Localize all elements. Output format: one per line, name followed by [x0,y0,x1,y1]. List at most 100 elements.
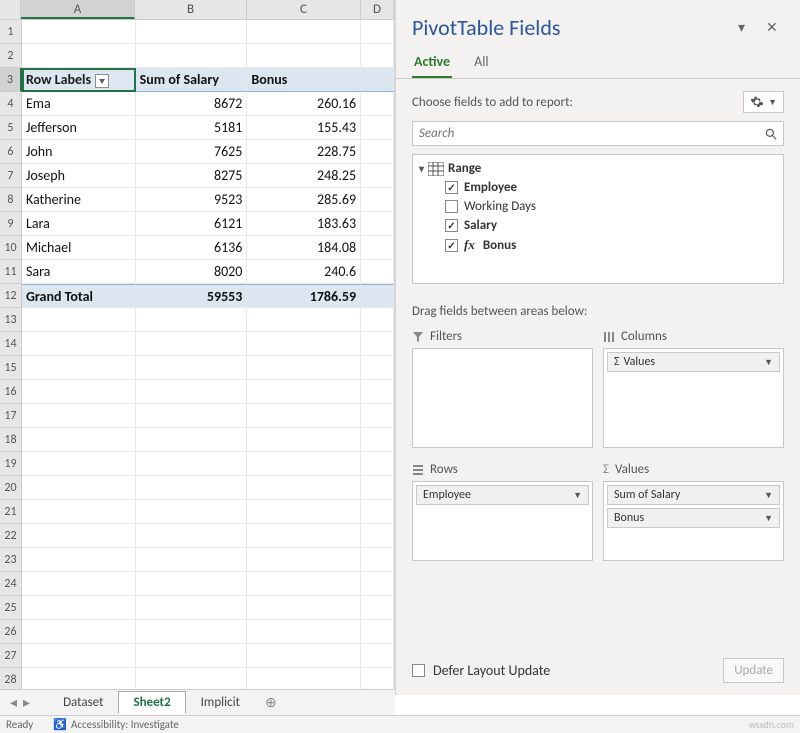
table-cell[interactable]: 240.6 [247,260,361,284]
table-cell[interactable]: 260.16 [247,92,361,116]
filter-dropdown-icon[interactable] [95,74,109,88]
pivot-rowlabels-header[interactable]: Row Labels [22,68,136,92]
accessibility-icon[interactable]: ♿ [53,718,67,731]
pill-sum-salary[interactable]: Sum of Salary▼ [607,485,780,505]
tab-active[interactable]: Active [412,49,452,78]
row-header[interactable]: 15 [0,356,22,380]
grand-total-bonus[interactable]: 1786.59 [247,284,361,308]
pivot-salary-header[interactable]: Sum of Salary [136,68,248,92]
row-header[interactable]: 26 [0,620,22,644]
sheet-tab-implicit[interactable]: Implicit [186,691,255,714]
tools-button[interactable]: ▼ [743,91,784,113]
search-icon[interactable] [759,122,783,145]
table-cell[interactable]: John [22,140,136,164]
tab-nav[interactable]: ◂ ▸ [10,694,30,711]
checkbox-icon[interactable] [445,239,458,252]
area-columns[interactable]: ΣValues▼ [603,348,784,448]
row-header[interactable]: 24 [0,572,22,596]
col-header-B[interactable]: B [135,0,247,19]
close-icon[interactable]: ✕ [766,19,784,37]
table-cell[interactable]: 6136 [136,236,248,260]
pill-bonus[interactable]: Bonus▼ [607,508,780,528]
sheet-tab-dataset[interactable]: Dataset [48,691,118,714]
tab-all[interactable]: All [472,49,491,78]
field-bonus[interactable]: fxBonus [415,235,781,255]
chevron-down-icon[interactable]: ▼ [764,490,773,501]
chevron-down-icon[interactable]: ▼ [764,513,773,524]
table-cell[interactable]: 155.43 [247,116,361,140]
row-header[interactable]: 22 [0,524,22,548]
checkbox-icon[interactable] [445,200,458,213]
panel-menu-icon[interactable]: ▾ [738,19,756,37]
table-cell[interactable]: Lara [22,212,136,236]
row-header[interactable]: 20 [0,476,22,500]
row-header[interactable]: 16 [0,380,22,404]
table-cell[interactable]: 8672 [136,92,248,116]
table-cell[interactable]: 183.63 [247,212,361,236]
area-rows[interactable]: Employee▼ [412,481,593,561]
field-group-range[interactable]: ▾ Range [415,159,781,178]
table-cell[interactable]: Michael [22,236,136,260]
table-cell[interactable]: 6121 [136,212,248,236]
chevron-down-icon[interactable]: ▼ [573,490,582,501]
row-header[interactable]: 12 [0,284,22,308]
defer-checkbox[interactable] [412,664,425,677]
select-all-corner[interactable] [0,0,21,19]
table-cell[interactable]: Ema [22,92,136,116]
table-cell[interactable]: 8020 [136,260,248,284]
row-header[interactable]: 3 [0,68,22,92]
row-header[interactable]: 11 [0,260,22,284]
checkbox-icon[interactable] [445,219,458,232]
row-header[interactable]: 4 [0,92,22,116]
table-cell[interactable]: Katherine [22,188,136,212]
row-header[interactable]: 7 [0,164,22,188]
area-filters[interactable] [412,348,593,448]
table-cell[interactable]: 5181 [136,116,248,140]
search-box[interactable] [412,121,784,146]
checkbox-icon[interactable] [445,181,458,194]
table-cell[interactable]: 7625 [136,140,248,164]
row-header[interactable]: 13 [0,308,22,332]
search-input[interactable] [413,122,759,145]
row-header[interactable]: 10 [0,236,22,260]
pill-employee[interactable]: Employee▼ [416,485,589,505]
grand-total-salary[interactable]: 59553 [136,284,248,308]
area-values[interactable]: Sum of Salary▼ Bonus▼ [603,481,784,561]
row-header[interactable]: 17 [0,404,22,428]
row-header[interactable]: 9 [0,212,22,236]
row-header[interactable]: 23 [0,548,22,572]
sheet-tab-sheet2[interactable]: Sheet2 [118,691,185,714]
collapse-icon[interactable]: ▾ [419,162,424,175]
row-header[interactable]: 18 [0,428,22,452]
row-header[interactable]: 6 [0,140,22,164]
table-cell[interactable]: 9523 [136,188,248,212]
field-employee[interactable]: Employee [415,178,781,197]
row-header[interactable]: 21 [0,500,22,524]
row-header[interactable]: 27 [0,644,22,668]
pivot-bonus-header[interactable]: Bonus [247,68,361,92]
table-cell[interactable]: 228.75 [247,140,361,164]
new-sheet-button[interactable]: ⊕ [255,694,287,711]
field-workingdays[interactable]: Working Days [415,197,781,216]
field-list[interactable]: ▾ Range Employee Working Days Salary fxB… [412,154,784,284]
update-button[interactable]: Update [723,658,784,683]
grand-total-label[interactable]: Grand Total [22,284,136,308]
table-cell[interactable]: 248.25 [247,164,361,188]
table-cell[interactable]: 285.69 [247,188,361,212]
table-cell[interactable]: Sara [22,260,136,284]
row-header[interactable]: 8 [0,188,22,212]
row-header[interactable]: 5 [0,116,22,140]
table-cell[interactable]: Jefferson [22,116,136,140]
field-salary[interactable]: Salary [415,216,781,235]
row-header[interactable]: 14 [0,332,22,356]
table-cell[interactable]: Joseph [22,164,136,188]
row-header[interactable]: 2 [0,44,22,68]
table-cell[interactable]: 8275 [136,164,248,188]
row-header[interactable]: 19 [0,452,22,476]
col-header-C[interactable]: C [247,0,361,19]
pill-values[interactable]: ΣValues▼ [607,352,780,372]
table-cell[interactable]: 184.08 [247,236,361,260]
row-header[interactable]: 25 [0,596,22,620]
row-header[interactable]: 1 [0,20,22,44]
col-header-D[interactable]: D [361,0,394,19]
